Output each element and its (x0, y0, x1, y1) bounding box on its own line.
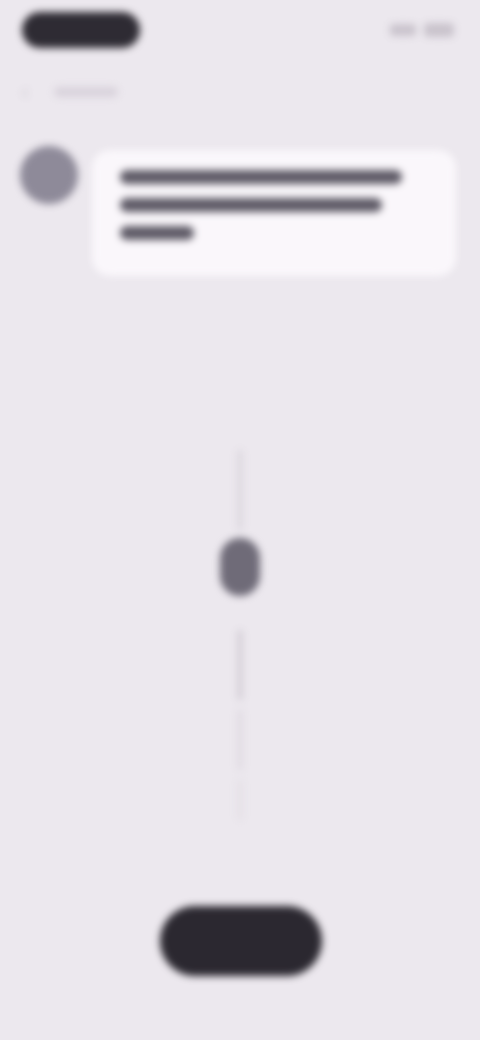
signal-icon (390, 24, 416, 36)
screen: ‹ (0, 0, 480, 1040)
voice-level-slider[interactable] (218, 440, 262, 820)
slider-track (238, 780, 242, 820)
screen-title (54, 87, 118, 97)
message-line (120, 198, 382, 212)
slider-handle[interactable] (220, 538, 260, 596)
primary-action-button[interactable] (160, 906, 322, 976)
arrow-left-icon[interactable]: ‹ (14, 79, 36, 104)
status-icons (362, 20, 454, 40)
message-bubble (92, 150, 456, 276)
top-app-bar: ‹ (14, 72, 466, 112)
message-line (120, 170, 402, 184)
user-avatar (20, 146, 78, 204)
slider-track (238, 630, 242, 700)
status-bar-pill (22, 12, 140, 48)
slider-track (238, 710, 242, 770)
battery-icon (424, 23, 454, 37)
message-line (120, 226, 194, 240)
slider-track (238, 450, 242, 530)
